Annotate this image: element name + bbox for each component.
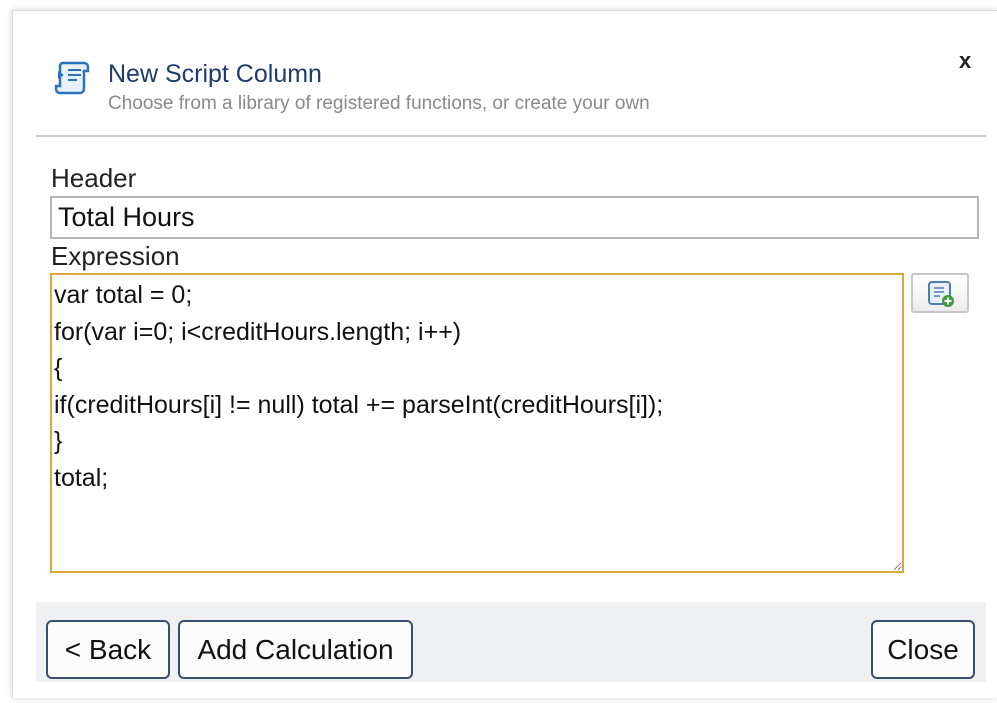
expression-editor[interactable] <box>50 273 904 573</box>
function-library-button[interactable] <box>911 273 969 313</box>
add-calculation-button[interactable]: Add Calculation <box>178 620 413 679</box>
dialog-title: New Script Column <box>108 60 322 88</box>
expression-label: Expression <box>51 241 180 271</box>
back-button[interactable]: < Back <box>46 620 170 679</box>
header-input[interactable] <box>50 196 979 239</box>
header-label: Header <box>51 163 137 193</box>
close-button[interactable]: Close <box>871 620 975 679</box>
header-divider <box>36 135 986 137</box>
close-icon[interactable]: x <box>959 48 971 74</box>
script-add-icon <box>928 281 954 307</box>
script-icon <box>54 57 94 97</box>
dialog-subtitle: Choose from a library of registered func… <box>108 93 650 114</box>
